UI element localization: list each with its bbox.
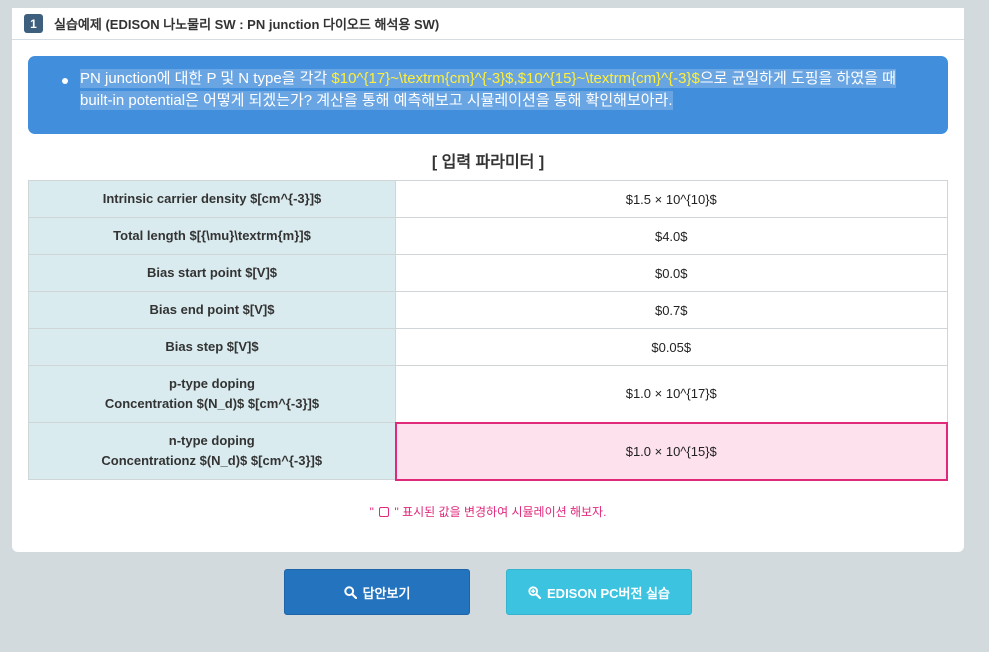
param-value: $1.5 × 10^{10}$ bbox=[395, 180, 948, 218]
edison-pc-practice-label: EDISON PC버전 실습 bbox=[547, 585, 670, 601]
param-value: $4.0$ bbox=[395, 217, 948, 255]
edison-pc-practice-button[interactable]: EDISON PC버전 실습 bbox=[506, 569, 692, 615]
param-label-line: Concentrationz $(N_d)$ $[cm^{-3}]$ bbox=[101, 453, 323, 468]
highlight-box-icon bbox=[379, 507, 390, 517]
table-row: Bias step $[V]$ $0.05$ bbox=[28, 328, 948, 366]
param-value: $0.05$ bbox=[395, 328, 948, 366]
param-label: Bias end point $[V]$ bbox=[28, 291, 396, 329]
param-label: n-type doping Concentrationz $(N_d)$ $[c… bbox=[28, 422, 396, 480]
table-row: Total length $[{\mu}\textrm{m}]$ $4.0$ bbox=[28, 217, 948, 255]
param-label: p-type doping Concentration $(N_d)$ $[cm… bbox=[28, 365, 396, 423]
table-row: Bias start point $[V]$ $0.0$ bbox=[28, 254, 948, 292]
table-row: n-type doping Concentrationz $(N_d)$ $[c… bbox=[28, 421, 948, 481]
question-text-part-a: PN junction에 대한 P 및 N type을 각각 bbox=[80, 69, 332, 88]
table-row: Intrinsic carrier density $[cm^{-3}]$ $1… bbox=[28, 180, 948, 218]
params-title: [ 입력 파라미터 ] bbox=[431, 154, 545, 171]
param-value: $0.7$ bbox=[395, 291, 948, 329]
note-text: " 표시된 값을 변경하여 시뮬레이션 해보자. bbox=[391, 505, 607, 519]
param-label-line: n-type doping bbox=[168, 433, 255, 448]
view-answer-label: 답안보기 bbox=[362, 585, 411, 601]
question-text: PN junction에 대한 P 및 N type을 각각 $10^{17}~… bbox=[80, 68, 932, 112]
param-value-highlighted[interactable]: $1.0 × 10^{15}$ bbox=[394, 421, 948, 481]
exercise-title: 실습예제 (EDISON 나노물리 SW : PN junction 다이오드 … bbox=[54, 17, 440, 32]
card-header: 1 실습예제 (EDISON 나노물리 SW : PN junction 다이오… bbox=[12, 8, 964, 40]
param-label-line: p-type doping bbox=[169, 376, 255, 391]
note-quote-open: " bbox=[369, 505, 378, 519]
param-label: Bias step $[V]$ bbox=[28, 328, 396, 366]
view-answer-button[interactable]: 답안보기 bbox=[284, 569, 470, 615]
exercise-number-badge: 1 bbox=[24, 14, 43, 33]
param-label: Bias start point $[V]$ bbox=[28, 254, 396, 292]
table-row: p-type doping Concentration $(N_d)$ $[cm… bbox=[28, 365, 948, 423]
table-row: Bias end point $[V]$ $0.7$ bbox=[28, 291, 948, 329]
param-value: $1.0 × 10^{17}$ bbox=[395, 365, 948, 423]
zoom-in-icon bbox=[528, 585, 542, 599]
exercise-card: 1 실습예제 (EDISON 나노물리 SW : PN junction 다이오… bbox=[12, 8, 964, 552]
question-text-formula: $10^{17}~\textrm{cm}^{-3}$,$10^{15}~\tex… bbox=[331, 69, 700, 88]
param-label: Intrinsic carrier density $[cm^{-3}]$ bbox=[28, 180, 396, 218]
param-label-line: Concentration $(N_d)$ $[cm^{-3}]$ bbox=[104, 396, 320, 411]
bullet-icon bbox=[62, 78, 68, 84]
question-banner: PN junction에 대한 P 및 N type을 각각 $10^{17}~… bbox=[28, 56, 948, 134]
param-label: Total length $[{\mu}\textrm{m}]$ bbox=[28, 217, 396, 255]
params-table: Intrinsic carrier density $[cm^{-3}]$ $1… bbox=[28, 180, 948, 481]
instruction-note: " " 표시된 값을 변경하여 시뮬레이션 해보자. bbox=[12, 503, 964, 520]
search-icon bbox=[343, 585, 357, 599]
param-value: $0.0$ bbox=[395, 254, 948, 292]
